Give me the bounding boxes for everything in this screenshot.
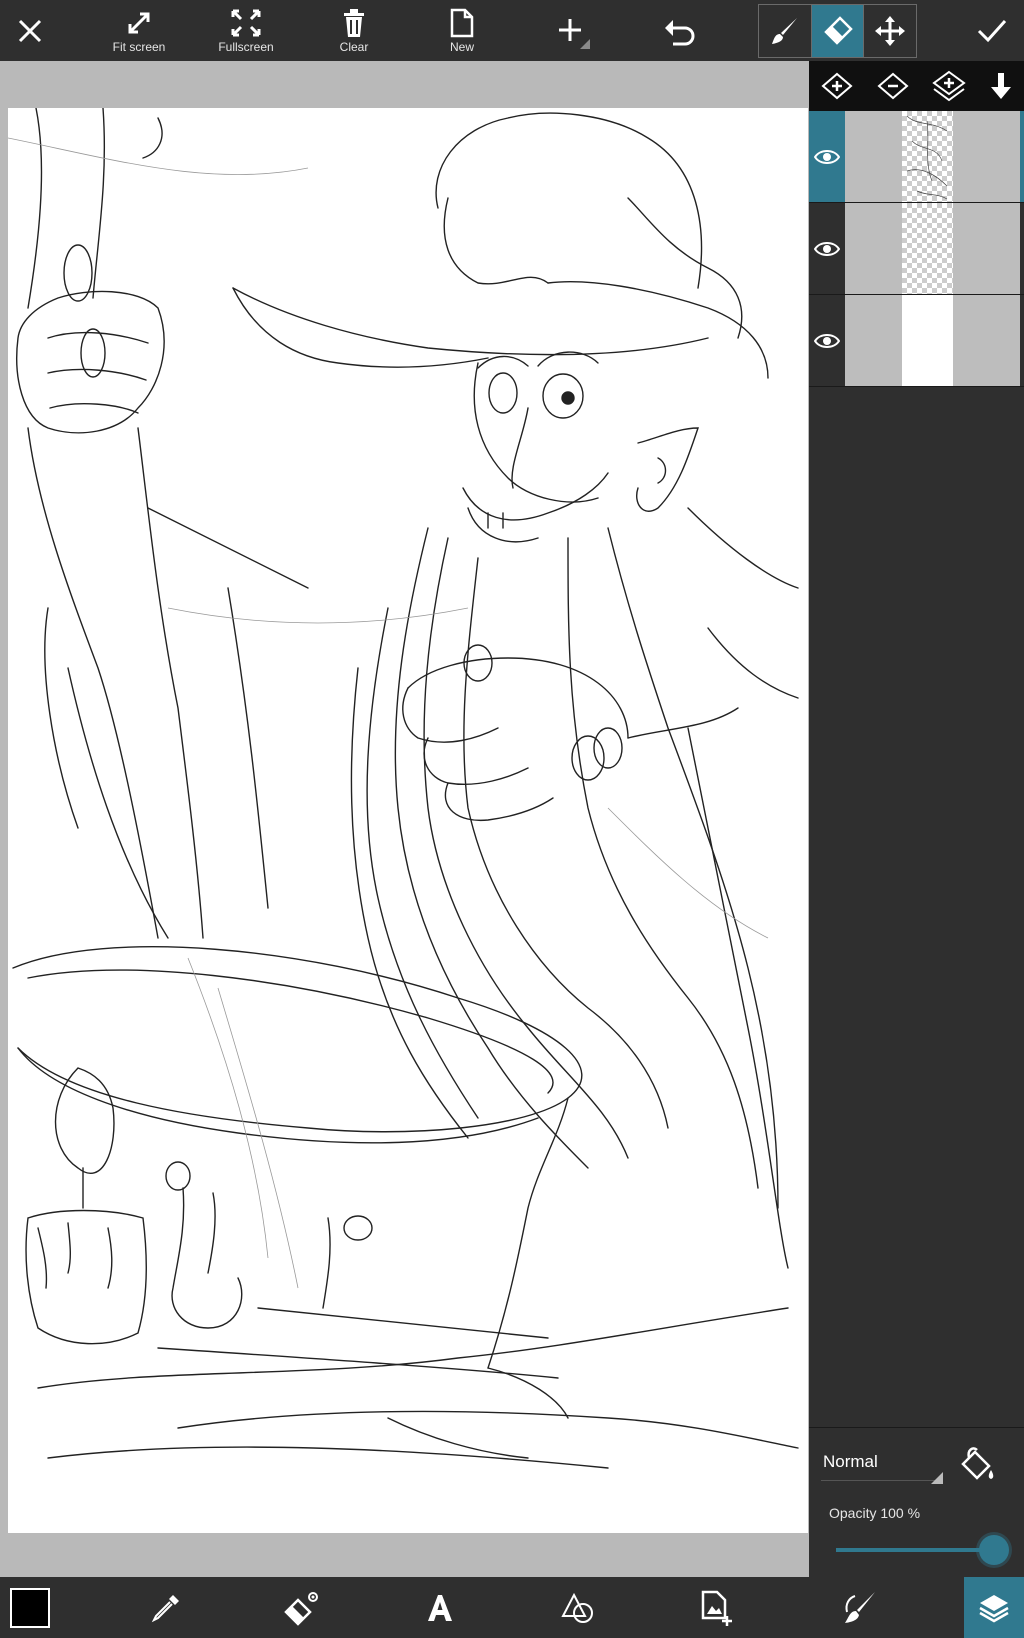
fit-screen-button[interactable]: Fit screen bbox=[104, 0, 174, 61]
insert-image-button[interactable] bbox=[686, 1577, 746, 1638]
text-tool-button[interactable] bbox=[410, 1577, 470, 1638]
layer-thumbnail bbox=[845, 295, 1020, 386]
new-document-icon bbox=[450, 8, 474, 37]
move-tool-button[interactable] bbox=[864, 5, 916, 57]
layers-icon bbox=[979, 1594, 1009, 1622]
new-label: New bbox=[449, 39, 474, 54]
fit-screen-icon bbox=[128, 12, 150, 33]
brush-settings-icon bbox=[845, 1591, 875, 1623]
merge-down-icon bbox=[991, 73, 1012, 99]
eye-icon bbox=[814, 333, 840, 348]
text-icon bbox=[428, 1594, 452, 1621]
color-picker-button[interactable] bbox=[0, 1577, 60, 1638]
shapes-tool-button[interactable] bbox=[548, 1577, 608, 1638]
fullscreen-label: Fullscreen bbox=[218, 39, 274, 54]
layer-thumbnail bbox=[845, 111, 1020, 202]
opacity-label: Opacity 100 % bbox=[829, 1505, 921, 1521]
layer-actions bbox=[809, 61, 1024, 111]
layer-visibility-toggle[interactable] bbox=[809, 111, 845, 202]
new-button[interactable]: New bbox=[430, 0, 494, 61]
fit-screen-label: Fit screen bbox=[112, 39, 166, 54]
layer-item-empty[interactable] bbox=[809, 203, 1024, 295]
current-color-swatch bbox=[10, 1587, 50, 1628]
eye-icon bbox=[814, 241, 840, 256]
wizard-sketch bbox=[8, 108, 799, 1469]
close-button[interactable] bbox=[0, 0, 60, 61]
bottom-toolbar bbox=[0, 1577, 1024, 1638]
remove-layer-icon bbox=[877, 72, 909, 100]
opacity-slider-handle[interactable] bbox=[979, 1535, 1009, 1565]
brush-tool-button[interactable] bbox=[759, 5, 812, 57]
fullscreen-button[interactable]: Fullscreen bbox=[208, 0, 284, 61]
blend-mode-select[interactable]: Normal bbox=[823, 1452, 878, 1472]
eraser-tool-button[interactable] bbox=[811, 5, 865, 57]
undo-icon bbox=[665, 19, 695, 45]
layer-visibility-toggle[interactable] bbox=[809, 203, 845, 294]
drawing-canvas[interactable] bbox=[8, 108, 808, 1533]
add-button[interactable] bbox=[540, 0, 604, 61]
eraser-settings-button[interactable] bbox=[272, 1577, 332, 1638]
shapes-icon bbox=[561, 1592, 593, 1623]
layers-panel: Normal Opacity 100 % bbox=[809, 61, 1024, 1577]
clear-label: Clear bbox=[339, 39, 369, 54]
eyedropper-button[interactable] bbox=[136, 1577, 196, 1638]
layers-button[interactable] bbox=[964, 1577, 1024, 1638]
fill-layer-button[interactable] bbox=[957, 1444, 997, 1484]
layer-thumb-sketch bbox=[906, 115, 948, 200]
eye-icon bbox=[814, 149, 840, 164]
layer-item-background[interactable] bbox=[809, 295, 1024, 387]
opacity-slider[interactable] bbox=[836, 1548, 994, 1552]
duplicate-layer-icon bbox=[932, 70, 967, 102]
confirm-button[interactable] bbox=[960, 0, 1024, 61]
add-layer-button[interactable] bbox=[820, 71, 854, 101]
move-icon bbox=[875, 16, 906, 46]
eraser-settings-icon bbox=[284, 1591, 318, 1626]
duplicate-layer-button[interactable] bbox=[931, 70, 967, 102]
layer-properties: Normal Opacity 100 % bbox=[809, 1427, 1024, 1578]
fullscreen-icon bbox=[231, 9, 261, 36]
tool-selector bbox=[758, 4, 917, 58]
merge-down-button[interactable] bbox=[989, 71, 1013, 101]
brush-icon bbox=[771, 18, 797, 44]
eraser-icon bbox=[823, 16, 853, 45]
clear-button[interactable]: Clear bbox=[322, 0, 386, 61]
plus-icon bbox=[559, 18, 590, 49]
undo-button[interactable] bbox=[648, 0, 712, 61]
trash-icon bbox=[344, 8, 364, 37]
eyedropper-icon bbox=[151, 1594, 179, 1622]
check-icon bbox=[977, 19, 1007, 42]
brush-settings-button[interactable] bbox=[830, 1577, 890, 1638]
layer-item-sketch[interactable] bbox=[809, 111, 1024, 203]
remove-layer-button[interactable] bbox=[876, 71, 910, 101]
top-toolbar: Fit screen Fullscreen Clear New bbox=[0, 0, 1024, 61]
add-layer-icon bbox=[821, 72, 853, 100]
layer-thumbnail bbox=[845, 203, 1020, 294]
paint-bucket-icon bbox=[961, 1447, 994, 1480]
insert-image-icon bbox=[701, 1590, 732, 1626]
canvas-area[interactable] bbox=[0, 61, 809, 1577]
dropdown-indicator-icon bbox=[931, 1472, 943, 1484]
close-icon bbox=[18, 19, 42, 42]
layer-visibility-toggle[interactable] bbox=[809, 295, 845, 386]
